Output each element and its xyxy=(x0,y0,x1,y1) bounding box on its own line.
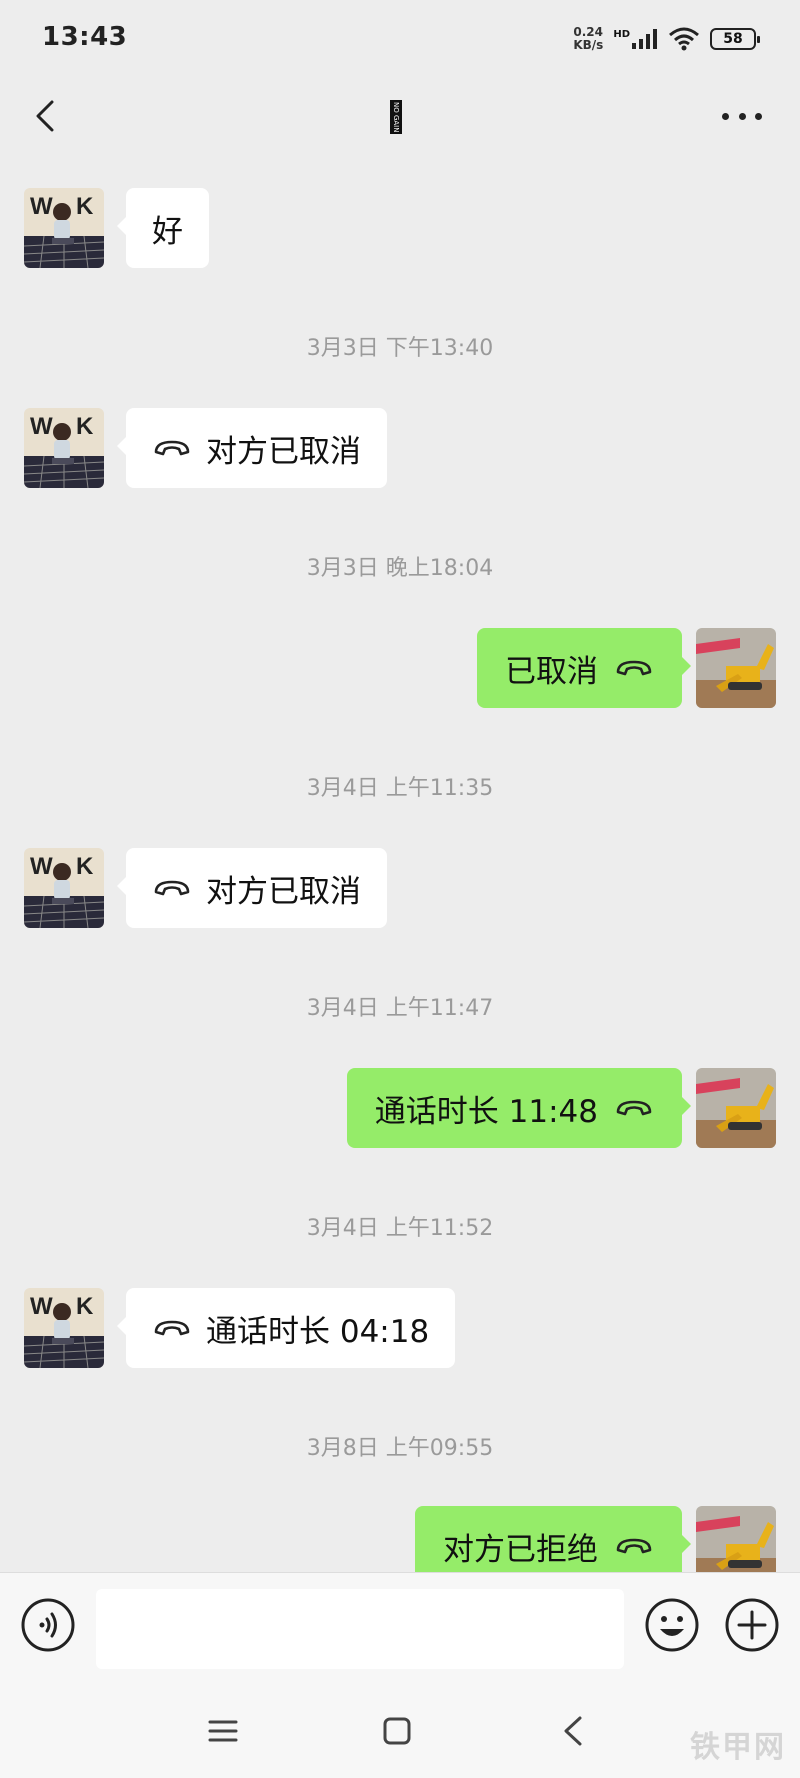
hangup-phone-icon xyxy=(616,1538,652,1554)
contact-avatar[interactable]: W K xyxy=(24,188,104,268)
hangup-phone-icon xyxy=(154,880,190,896)
message-timestamp: 3月8日 上午09:55 xyxy=(306,1436,494,1461)
call-record-outgoing[interactable]: 对方已拒绝 xyxy=(415,1506,691,1572)
message-timestamp: 3月4日 上午11:52 xyxy=(306,1216,494,1241)
avatar-text: W xyxy=(30,193,53,220)
net-speed: 0.24 KB/s xyxy=(573,26,603,52)
svg-text:W: W xyxy=(30,413,53,440)
call-record-incoming[interactable]: 对方已取消 xyxy=(117,408,387,488)
message-text: 对方已取消 xyxy=(206,873,361,910)
message-text: 通话时长 11:48 xyxy=(374,1093,598,1130)
hangup-phone-icon xyxy=(154,1320,190,1336)
contact-avatar[interactable]: W K xyxy=(24,1288,104,1368)
message-timestamp: 3月4日 上午11:35 xyxy=(306,776,494,801)
message-timestamp: 3月4日 上午11:47 xyxy=(306,996,494,1021)
status-time: 13:43 xyxy=(42,22,128,52)
hangup-phone-icon xyxy=(616,660,652,676)
signal-icon: HD xyxy=(613,29,658,49)
watermark: 铁甲网 xyxy=(690,1730,786,1765)
voice-icon[interactable] xyxy=(20,1597,76,1653)
battery-level: 58 xyxy=(723,31,743,47)
message-timestamp: 3月3日 晚上18:04 xyxy=(306,556,494,581)
call-record-incoming[interactable]: 通话时长 04:18 xyxy=(116,1288,456,1368)
svg-text:K: K xyxy=(76,853,94,880)
message-input[interactable] xyxy=(96,1589,624,1669)
status-bar: 13:43 0.24 KB/s HD 58 xyxy=(0,0,800,78)
back-icon[interactable] xyxy=(558,1714,588,1748)
message-timestamp: 3月3日 下午13:40 xyxy=(306,336,494,361)
battery-icon: 58 xyxy=(710,28,760,50)
message-text: 通话时长 04:18 xyxy=(206,1313,430,1350)
call-record-outgoing[interactable]: 已取消 xyxy=(477,628,691,708)
back-arrow-icon[interactable] xyxy=(28,96,68,136)
svg-text:W: W xyxy=(30,853,53,880)
message-bubble-incoming[interactable]: 好 xyxy=(117,188,209,268)
my-avatar[interactable] xyxy=(696,1068,776,1148)
hangup-phone-icon xyxy=(154,440,190,456)
svg-text:K: K xyxy=(76,193,94,220)
svg-text:W: W xyxy=(30,1293,53,1320)
chat-title: NO GAIN xyxy=(390,100,402,134)
my-avatar[interactable] xyxy=(696,1506,776,1572)
emoji-icon[interactable] xyxy=(644,1597,700,1653)
message-text: 好 xyxy=(152,213,183,250)
contact-avatar[interactable]: W K xyxy=(24,848,104,928)
call-record-outgoing[interactable]: 通话时长 11:48 xyxy=(346,1068,692,1148)
add-icon[interactable] xyxy=(724,1597,780,1653)
contact-avatar[interactable]: W K xyxy=(24,408,104,488)
wifi-icon xyxy=(669,27,699,51)
system-nav-bar: 铁甲网 xyxy=(0,1690,800,1778)
svg-text:K: K xyxy=(76,413,94,440)
message-text: 已取消 xyxy=(505,653,598,690)
input-bar xyxy=(0,1572,800,1691)
my-avatar[interactable] xyxy=(696,628,776,708)
message-text: 对方已取消 xyxy=(206,433,361,470)
more-options-icon[interactable] xyxy=(722,106,762,126)
call-record-incoming[interactable]: 对方已取消 xyxy=(117,848,387,928)
hd-label: HD xyxy=(613,29,630,40)
svg-text:K: K xyxy=(76,1293,94,1320)
net-speed-unit: KB/s xyxy=(573,38,604,52)
status-icons: 0.24 KB/s HD 58 xyxy=(573,24,760,54)
chat-area[interactable]: W K 好 3月3日 下午13:40 W K 对方已取消 3月3日 晚上18:0… xyxy=(0,166,800,1572)
menu-icon[interactable] xyxy=(208,1716,238,1746)
chat-header: NO GAIN xyxy=(0,78,800,166)
hangup-phone-icon xyxy=(616,1100,652,1116)
home-icon[interactable] xyxy=(382,1716,412,1746)
message-text: 对方已拒绝 xyxy=(443,1531,598,1568)
